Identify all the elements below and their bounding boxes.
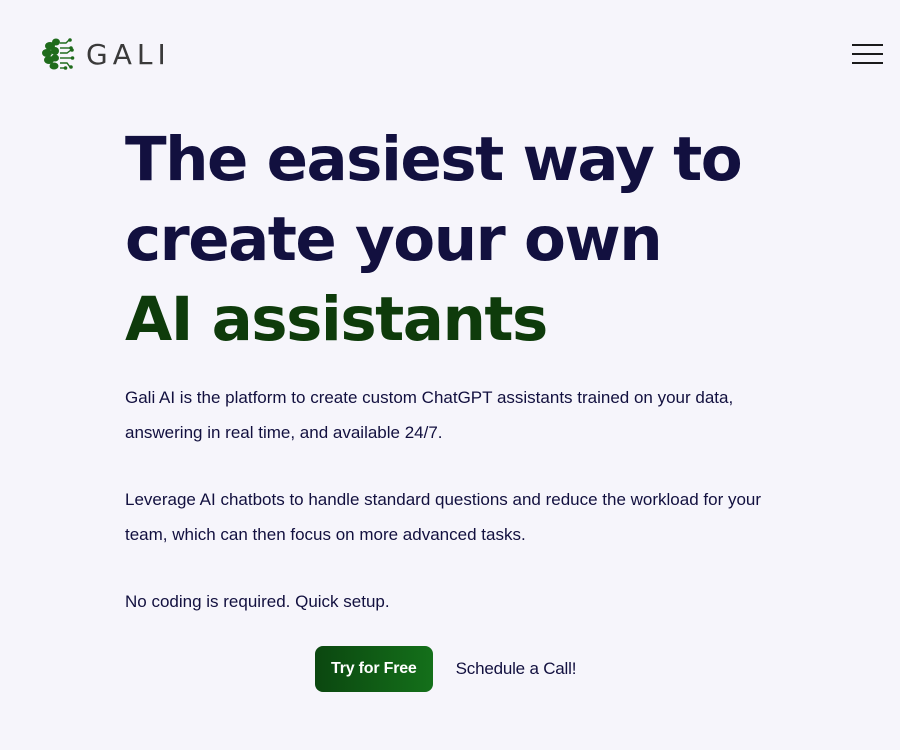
menu-bar-top — [852, 44, 883, 46]
site-header: GALI — [0, 0, 900, 110]
hero-paragraph-2: Leverage AI chatbots to handle standard … — [125, 490, 762, 544]
logo-text: GALI — [86, 38, 171, 71]
cta-row: Try for Free Schedule a Call! — [315, 646, 576, 692]
headline-accent: AI assistants — [125, 284, 548, 355]
headline-line-1: The easiest way to — [125, 124, 743, 195]
headline-line-2: create your own — [125, 204, 663, 275]
hero-paragraph-1: Gali AI is the platform to create custom… — [125, 388, 734, 442]
menu-bar-bottom — [852, 62, 883, 64]
logo[interactable]: GALI — [40, 36, 171, 74]
hero-headline: The easiest way to create your own AI as… — [125, 120, 825, 360]
hamburger-menu-icon[interactable] — [852, 44, 884, 66]
hero-section: The easiest way to create your own AI as… — [125, 120, 825, 611]
try-for-free-button[interactable]: Try for Free — [315, 646, 433, 692]
schedule-call-link[interactable]: Schedule a Call! — [456, 659, 577, 679]
menu-bar-middle — [852, 53, 883, 55]
hero-paragraph-3: No coding is required. Quick setup. — [125, 592, 390, 611]
brain-circuit-icon — [42, 38, 75, 70]
